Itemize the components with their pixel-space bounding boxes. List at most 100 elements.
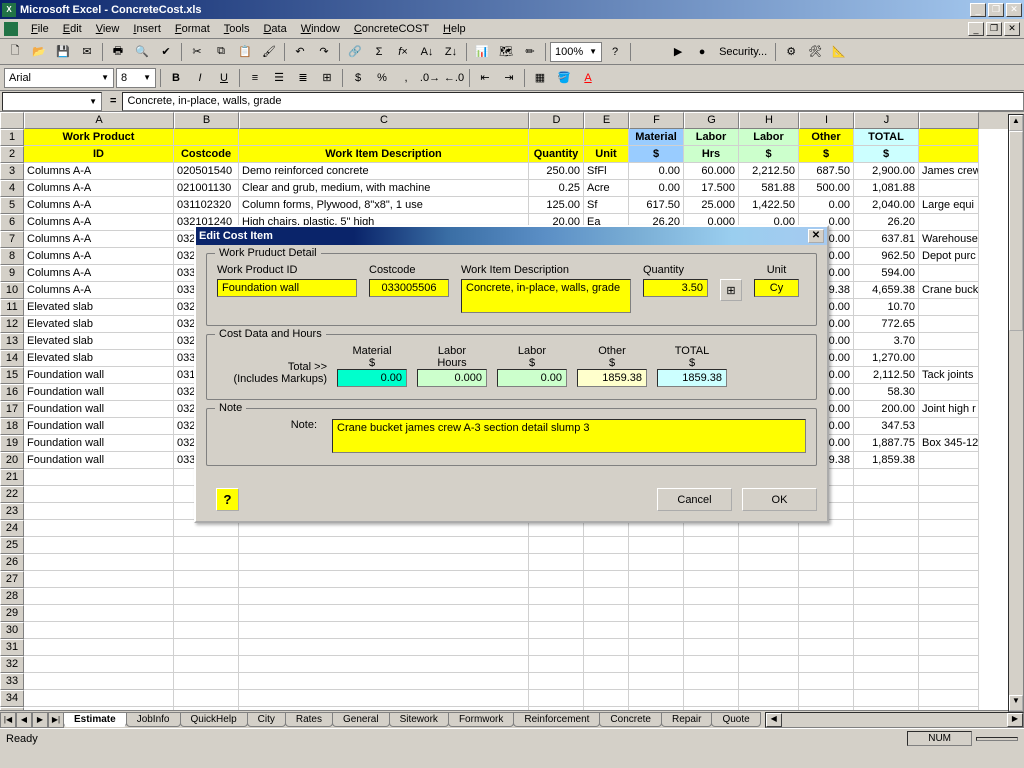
menu-insert[interactable]: Insert	[126, 21, 168, 37]
cell[interactable]: 0.00	[629, 180, 684, 197]
align-center-icon[interactable]: ☰	[268, 67, 290, 89]
cell[interactable]	[529, 605, 584, 622]
minimize-button[interactable]: _	[970, 3, 986, 17]
row-header[interactable]: 27	[0, 571, 24, 588]
cell[interactable]: 637.81	[854, 231, 919, 248]
cell[interactable]	[174, 537, 239, 554]
cell[interactable]	[854, 520, 919, 537]
cell[interactable]: Columns A-A	[24, 197, 174, 214]
align-right-icon[interactable]: ≣	[292, 67, 314, 89]
cell[interactable]	[239, 622, 529, 639]
cell[interactable]	[919, 520, 979, 537]
cell[interactable]	[174, 690, 239, 707]
cell[interactable]: 1,422.50	[739, 197, 799, 214]
row-header[interactable]: 30	[0, 622, 24, 639]
cell[interactable]	[584, 588, 629, 605]
cell[interactable]	[239, 605, 529, 622]
sheet-tab-repair[interactable]: Repair	[661, 712, 712, 727]
cell[interactable]	[629, 571, 684, 588]
cell[interactable]	[24, 673, 174, 690]
cancel-button[interactable]: Cancel	[657, 488, 732, 511]
col-header-B[interactable]: B	[174, 112, 239, 129]
cell[interactable]	[174, 129, 239, 146]
save-icon[interactable]: 💾	[52, 41, 74, 63]
align-left-icon[interactable]: ≡	[244, 67, 266, 89]
row-header[interactable]: 14	[0, 350, 24, 367]
cell[interactable]	[739, 656, 799, 673]
col-header-E[interactable]: E	[584, 112, 629, 129]
cell[interactable]: 021001130	[174, 180, 239, 197]
calculator-icon[interactable]: ⊞	[720, 279, 742, 301]
row-header[interactable]: 18	[0, 418, 24, 435]
help-button[interactable]: ?	[216, 488, 239, 511]
scroll-down-icon[interactable]: ▼	[1009, 695, 1023, 711]
cell[interactable]	[919, 180, 979, 197]
cell[interactable]	[919, 622, 979, 639]
cell[interactable]	[799, 605, 854, 622]
cell[interactable]	[24, 588, 174, 605]
inc-indent-icon[interactable]: ⇥	[498, 67, 520, 89]
tab-first-icon[interactable]: |◀	[0, 712, 16, 728]
undo-icon[interactable]: ↶	[289, 41, 311, 63]
cell[interactable]: Work Product	[24, 129, 174, 146]
cell[interactable]	[739, 622, 799, 639]
new-icon[interactable]: 🗋	[4, 41, 26, 63]
print-icon[interactable]: 🖶	[107, 41, 129, 63]
cell[interactable]	[174, 571, 239, 588]
cell[interactable]: Quantity	[529, 146, 584, 163]
cell[interactable]: Foundation wall	[24, 401, 174, 418]
col-header-F[interactable]: F	[629, 112, 684, 129]
cell[interactable]: 1,887.75	[854, 435, 919, 452]
col-header-I[interactable]: I	[799, 112, 854, 129]
cell[interactable]: Depot purc	[919, 248, 979, 265]
cell[interactable]	[739, 588, 799, 605]
cell[interactable]	[799, 537, 854, 554]
function-icon[interactable]: f×	[392, 41, 414, 63]
cell[interactable]	[174, 656, 239, 673]
hyperlink-icon[interactable]: 🔗	[344, 41, 366, 63]
ok-button[interactable]: OK	[742, 488, 817, 511]
cell[interactable]: TOTAL	[854, 129, 919, 146]
note-input[interactable]: Crane bucket james crew A-3 section deta…	[332, 419, 806, 453]
cell[interactable]	[684, 554, 739, 571]
cell[interactable]: 594.00	[854, 265, 919, 282]
cell[interactable]	[799, 571, 854, 588]
cell[interactable]	[739, 554, 799, 571]
cell[interactable]	[584, 605, 629, 622]
cell[interactable]: Columns A-A	[24, 282, 174, 299]
cell[interactable]	[854, 469, 919, 486]
cell[interactable]: Demo reinforced concrete	[239, 163, 529, 180]
font-color-icon[interactable]: A	[577, 67, 599, 89]
cell[interactable]: Labor	[684, 129, 739, 146]
cell[interactable]	[919, 316, 979, 333]
cell[interactable]: Columns A-A	[24, 180, 174, 197]
cell[interactable]	[629, 537, 684, 554]
cell[interactable]: Unit	[584, 146, 629, 163]
cell[interactable]: Hrs	[684, 146, 739, 163]
cell[interactable]	[799, 707, 854, 710]
cell[interactable]	[24, 690, 174, 707]
cell[interactable]	[739, 639, 799, 656]
cell[interactable]	[24, 639, 174, 656]
cell[interactable]: Labor	[739, 129, 799, 146]
cell[interactable]	[919, 418, 979, 435]
cell[interactable]	[854, 537, 919, 554]
col-header-C[interactable]: C	[239, 112, 529, 129]
cell[interactable]	[24, 520, 174, 537]
cell[interactable]: 26.20	[854, 214, 919, 231]
col-header-extra[interactable]	[919, 112, 979, 129]
row-header[interactable]: 4	[0, 180, 24, 197]
tab-prev-icon[interactable]: ◀	[16, 712, 32, 728]
row-header[interactable]: 22	[0, 486, 24, 503]
cell[interactable]	[584, 673, 629, 690]
cell[interactable]	[854, 690, 919, 707]
cell[interactable]	[919, 299, 979, 316]
cell[interactable]	[174, 707, 239, 710]
cell[interactable]	[739, 690, 799, 707]
cell[interactable]	[919, 605, 979, 622]
cell[interactable]	[799, 554, 854, 571]
cell[interactable]: Joint high r	[919, 401, 979, 418]
scroll-right-icon[interactable]: ▶	[1007, 713, 1023, 727]
work-item-input[interactable]: Concrete, in-place, walls, grade	[461, 279, 631, 313]
cell[interactable]	[239, 656, 529, 673]
